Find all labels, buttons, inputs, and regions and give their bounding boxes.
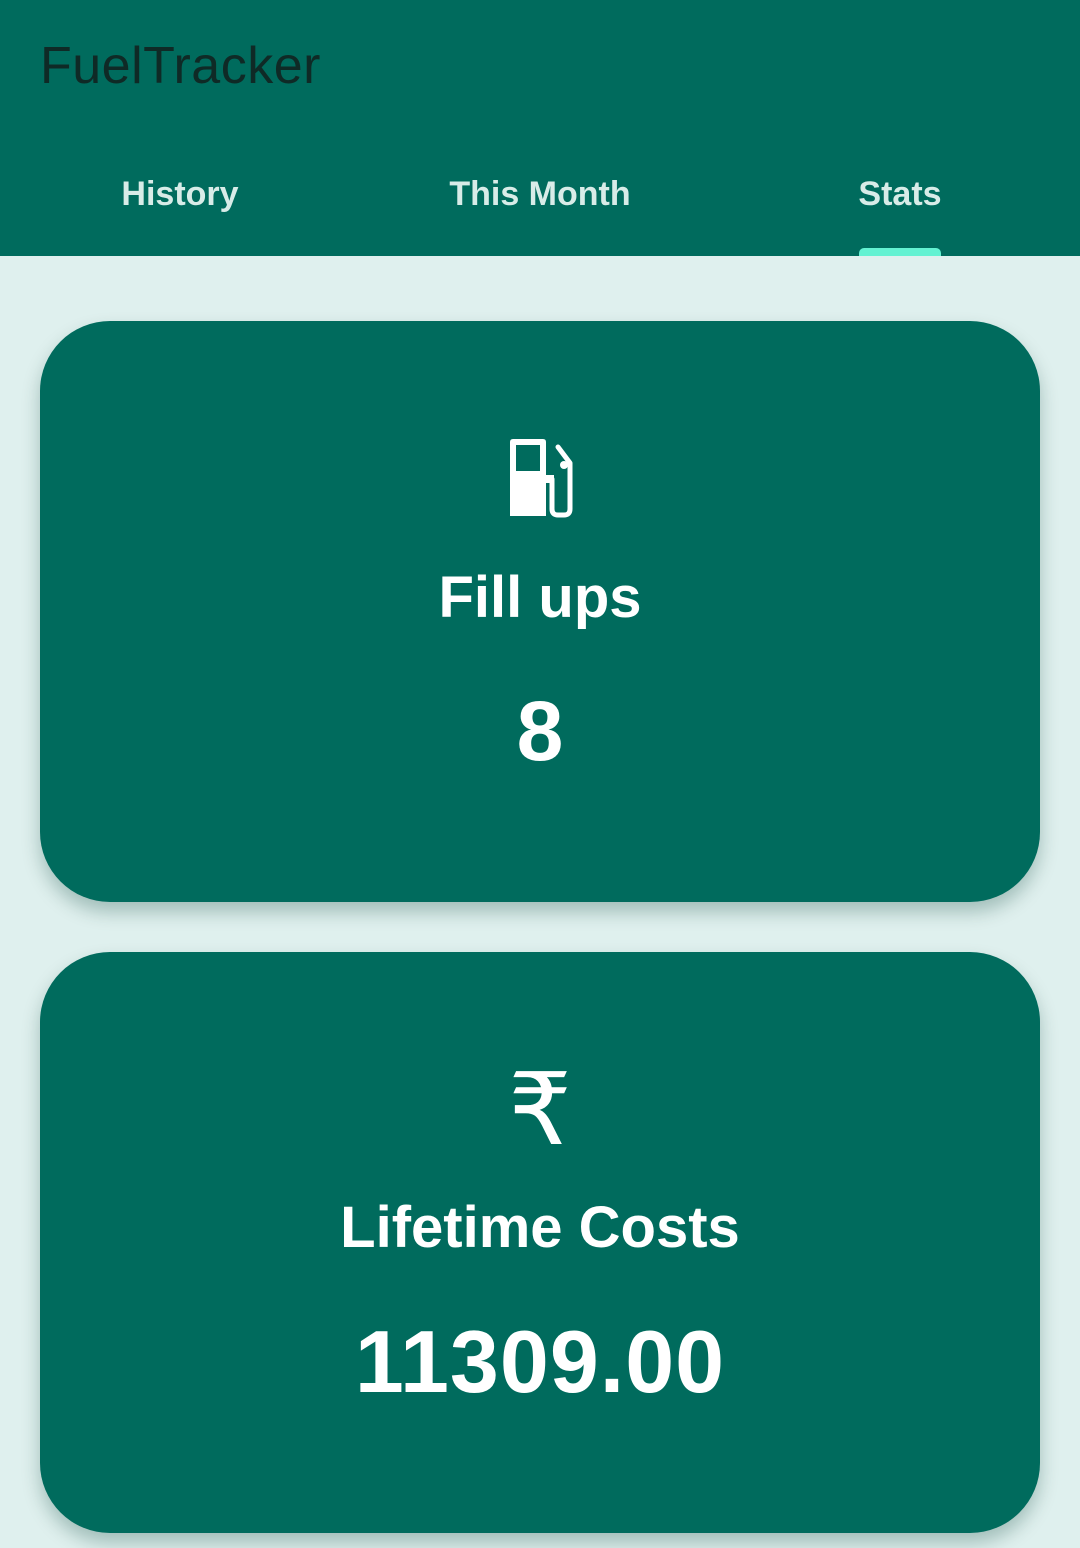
- tab-this-month[interactable]: This Month: [360, 150, 720, 256]
- app-bar: FuelTracker History This Month Stats: [0, 0, 1080, 256]
- tab-stats[interactable]: Stats: [720, 150, 1080, 256]
- tab-this-month-label: This Month: [449, 175, 631, 213]
- tab-history[interactable]: History: [0, 150, 360, 256]
- tab-bar: History This Month Stats: [0, 150, 1080, 256]
- tab-selected-indicator: [859, 248, 941, 256]
- lifetime-costs-card: ₹ Lifetime Costs 11309.00: [40, 952, 1040, 1533]
- rupee-icon: ₹: [508, 1051, 572, 1168]
- fill-ups-card: Fill ups 8: [40, 321, 1040, 902]
- app-title: FuelTracker: [40, 37, 321, 95]
- lifetime-costs-value: 11309.00: [354, 1312, 726, 1411]
- fill-ups-label: Fill ups: [438, 565, 642, 630]
- lifetime-costs-label: Lifetime Costs: [340, 1195, 740, 1260]
- fuel-pump-icon: [504, 439, 576, 524]
- tab-history-label: History: [121, 175, 239, 213]
- fill-ups-value: 8: [516, 684, 564, 778]
- tab-stats-label: Stats: [858, 175, 942, 213]
